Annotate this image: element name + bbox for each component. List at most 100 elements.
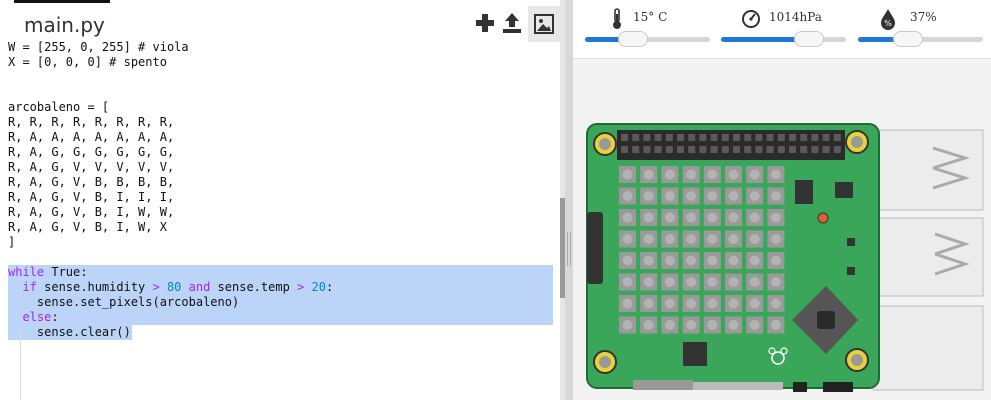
led-pixel-lens: [643, 169, 654, 180]
panel-resize-handle[interactable]: [567, 232, 571, 266]
gpio-pin: [699, 134, 707, 141]
code-line: R, R, R, R, R, R, R, R,: [8, 115, 175, 129]
led-pixel-lens: [643, 277, 654, 287]
ethernet-port: [872, 305, 984, 391]
bottom-connector: [693, 382, 783, 390]
code-line: sense.clear(): [8, 325, 131, 339]
led-pixel-lens: [749, 212, 760, 223]
add-file-button[interactable]: [474, 12, 496, 34]
temperature-control: 15° C: [585, 0, 715, 58]
pressure-control: 1014hPa: [721, 0, 851, 58]
led-pixel-lens: [686, 298, 697, 309]
gpio-pin: [632, 146, 640, 153]
gpio-pin: [665, 146, 673, 153]
humidity-control: % 37%: [858, 0, 988, 58]
led-pixel-lens: [749, 191, 760, 201]
upload-button[interactable]: [501, 12, 523, 34]
temperature-slider[interactable]: [585, 31, 710, 47]
temperature-slider-knob[interactable]: [617, 31, 648, 47]
led-pixel-lens: [622, 320, 633, 330]
small-component: [847, 238, 855, 246]
gpio-pin: [710, 134, 718, 141]
led-pixel-lens: [664, 255, 675, 266]
gpio-pin: [621, 146, 628, 153]
led-pixel-lens: [770, 277, 781, 287]
code-area[interactable]: W = [255, 0, 255] # viola X = [0, 0, 0] …: [0, 40, 560, 400]
led-pixel-lens: [728, 277, 739, 287]
image-view-button[interactable]: [528, 6, 560, 42]
tab-main-py[interactable]: main.py: [14, 0, 110, 44]
humidity-slider[interactable]: [858, 31, 983, 47]
code-editor-panel: main.py W = [255, 0, 255] # viola X = [0…: [0, 0, 560, 400]
gpio-pin: [777, 146, 785, 153]
bottom-chip: [683, 342, 707, 366]
led-pixel-lens: [643, 212, 654, 223]
gpio-pin: [811, 134, 819, 141]
led-pixel-lens: [664, 277, 675, 287]
humidity-slider-knob[interactable]: [893, 31, 923, 47]
code-line: R, A, G, V, B, I, I, I,: [8, 190, 175, 204]
code-line: ]: [8, 235, 16, 249]
gpio-pin: [777, 134, 785, 141]
led-pixel-lens: [707, 320, 718, 330]
led-pixel-lens: [728, 234, 739, 244]
led-pixel-lens: [664, 320, 675, 330]
sensor-chip: [795, 180, 813, 204]
gpio-pin: [833, 146, 841, 153]
gpio-pin: [665, 134, 673, 141]
usb-port-top: [872, 129, 984, 211]
led-pixel-lens: [686, 191, 697, 201]
mounting-hole-center: [599, 356, 611, 368]
gpio-pin: [654, 146, 662, 153]
pressure-slider-knob[interactable]: [793, 31, 824, 47]
led-pixel-lens: [622, 298, 633, 309]
led-pixel-lens: [643, 191, 654, 201]
led-pixel-lens: [707, 234, 718, 244]
gpio-pin: [632, 134, 640, 141]
led-pixel-lens: [770, 169, 781, 180]
led-pixel-lens: [664, 212, 675, 223]
code-line: else:: [8, 310, 59, 324]
code-line: W = [255, 0, 255] # viola: [8, 40, 189, 54]
bottom-connector: [633, 380, 693, 390]
led-pixel-lens: [686, 212, 697, 223]
panel-divider[interactable]: [565, 0, 573, 400]
led-pixel-lens: [749, 298, 760, 309]
led-pixel-lens: [749, 277, 760, 287]
led-pixel-lens: [664, 169, 675, 180]
svg-text:%: %: [884, 19, 892, 28]
led-pixel-lens: [664, 298, 675, 309]
sense-hat-board: [586, 123, 984, 392]
status-led: [817, 212, 829, 224]
pressure-slider[interactable]: [721, 31, 846, 47]
sensor-controls: 15° C 1014hPa % 37%: [573, 0, 991, 59]
led-pixel-lens: [686, 169, 697, 180]
gpio-pin: [699, 146, 707, 153]
gpio-pin: [721, 134, 729, 141]
code-line: X = [0, 0, 0] # spento: [8, 55, 167, 69]
led-pixel-lens: [707, 169, 718, 180]
gpio-pin: [677, 146, 684, 153]
gpio-pin: [811, 146, 819, 153]
led-pixel-lens: [622, 234, 633, 244]
code-line: while True:: [8, 265, 88, 279]
gpio-pin: [789, 146, 796, 153]
thermometer-icon: [613, 8, 621, 29]
gpio-pin: [789, 134, 796, 141]
gpio-pin: [800, 146, 808, 153]
usb-port-middle: [872, 217, 984, 297]
led-pixel-lens: [770, 255, 781, 266]
gpio-pin: [800, 134, 808, 141]
upload-icon: [503, 13, 521, 33]
led-pixel-lens: [664, 191, 675, 201]
mounting-hole-center: [851, 354, 863, 366]
gpio-pin: [833, 134, 841, 141]
gpio-pin: [688, 134, 696, 141]
led-pixel-lens: [707, 212, 718, 223]
mounting-hole-center: [599, 138, 611, 150]
led-pixel-lens: [707, 277, 718, 287]
led-pixel-lens: [749, 255, 760, 266]
code-line: if sense.humidity > 80 and sense.temp > …: [8, 280, 334, 294]
led-pixel-lens: [707, 191, 718, 201]
gauge-icon: [742, 10, 760, 28]
